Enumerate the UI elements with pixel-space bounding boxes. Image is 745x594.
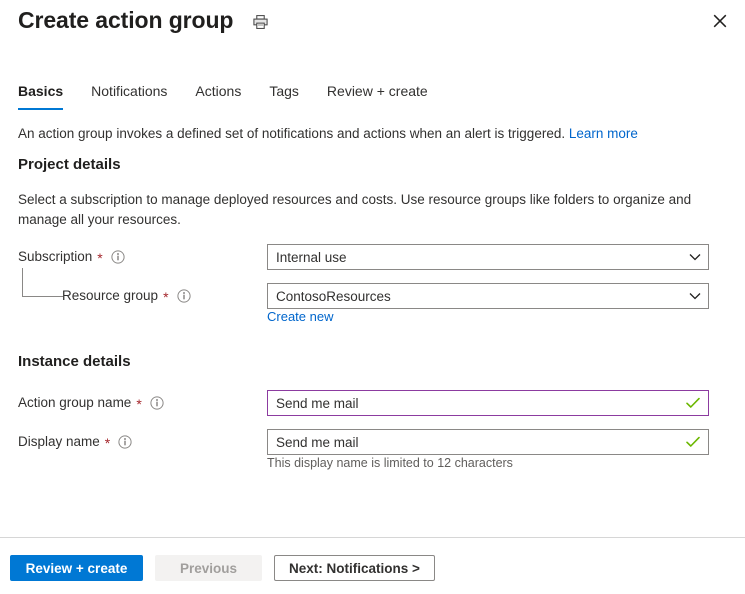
project-details-description: Select a subscription to manage deployed…	[18, 192, 692, 227]
title-row: Create action group	[18, 4, 271, 36]
action-group-name-label-text: Action group name	[18, 395, 132, 410]
subscription-label: Subscription *	[18, 244, 125, 270]
footer-divider	[0, 537, 745, 538]
learn-more-link[interactable]: Learn more	[569, 126, 638, 141]
printer-icon[interactable]	[249, 11, 271, 33]
tab-basics[interactable]: Basics	[18, 82, 77, 110]
subscription-row: Subscription *	[0, 244, 745, 270]
display-name-input-wrapper	[267, 429, 709, 455]
intro-description: An action group invokes a defined set of…	[18, 126, 566, 141]
display-name-input[interactable]	[267, 429, 709, 455]
page-title: Create action group	[18, 7, 234, 33]
blade-header: Create action group	[0, 0, 745, 60]
display-name-helper-text: This display name is limited to 12 chara…	[267, 456, 513, 470]
intro-text: An action group invokes a defined set of…	[18, 124, 638, 143]
action-group-name-label: Action group name *	[18, 390, 164, 416]
action-group-name-input-wrapper	[267, 390, 709, 416]
action-group-name-row: Action group name *	[0, 390, 745, 416]
subscription-select-wrapper	[267, 244, 709, 270]
display-name-label: Display name *	[18, 429, 132, 455]
resource-group-select[interactable]	[267, 283, 709, 309]
action-group-name-required-marker: *	[136, 396, 142, 412]
tab-review-create[interactable]: Review + create	[313, 82, 442, 110]
subscription-select[interactable]	[267, 244, 709, 270]
display-name-row: Display name *	[0, 429, 745, 455]
close-icon[interactable]	[705, 6, 735, 36]
tab-actions[interactable]: Actions	[181, 82, 255, 110]
resource-group-required-marker: *	[163, 289, 169, 305]
tab-bar: Basics Notifications Actions Tags Review…	[18, 82, 442, 110]
info-icon[interactable]	[150, 396, 164, 410]
resource-group-label-text: Resource group	[62, 288, 159, 303]
resource-group-select-wrapper	[267, 283, 709, 309]
previous-button: Previous	[155, 555, 262, 581]
info-icon[interactable]	[111, 250, 125, 264]
display-name-required-marker: *	[104, 435, 111, 451]
subscription-label-text: Subscription	[18, 249, 93, 264]
instance-details-heading: Instance details	[18, 353, 131, 370]
project-details-heading: Project details	[18, 156, 121, 173]
display-name-label-text: Display name	[18, 434, 100, 449]
tab-notifications[interactable]: Notifications	[77, 82, 181, 110]
create-new-resource-group-link[interactable]: Create new	[267, 309, 333, 324]
tab-tags[interactable]: Tags	[255, 82, 313, 110]
resource-group-row: Resource group *	[0, 283, 745, 309]
next-notifications-button[interactable]: Next: Notifications >	[274, 555, 435, 581]
review-create-button[interactable]: Review + create	[10, 555, 143, 581]
subscription-required-marker: *	[97, 250, 103, 266]
resource-group-label: Resource group *	[62, 283, 191, 309]
info-icon[interactable]	[176, 289, 191, 303]
action-group-name-input[interactable]	[267, 390, 709, 416]
info-icon[interactable]	[118, 435, 132, 449]
footer-actions: Review + create Previous Next: Notificat…	[10, 555, 435, 581]
